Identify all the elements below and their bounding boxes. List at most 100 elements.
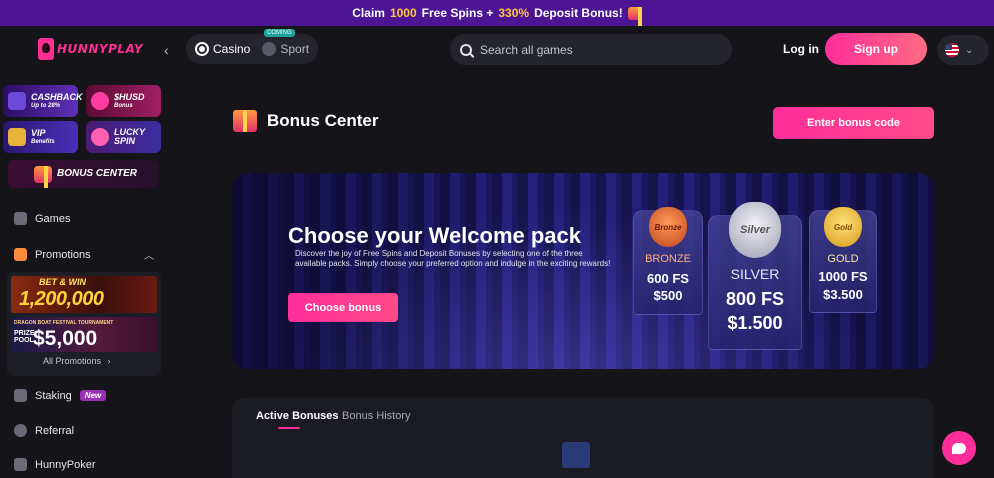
poker-icon xyxy=(14,458,27,471)
silver-cash: $1.500 xyxy=(727,313,783,333)
chevron-down-icon: ⌄ xyxy=(965,44,974,56)
logo-mark-icon xyxy=(38,38,54,60)
silver-shield-icon: Silver xyxy=(729,202,781,258)
gold-pack-card[interactable]: Gold GOLD 1000 FS $3.500 xyxy=(809,207,877,313)
cashback-icon xyxy=(8,92,26,110)
prize-pool-amount: $5,000 xyxy=(33,327,98,350)
husd-sub: Bonus xyxy=(114,102,133,109)
cashback-tile[interactable]: CASHBACK Up to 28% xyxy=(3,85,83,117)
promo-bar[interactable]: Claim 1000 Free Spins + 330% Deposit Bon… xyxy=(0,0,994,29)
empty-box-icon xyxy=(562,442,590,468)
mode-sport-label: Sport xyxy=(280,42,310,56)
gold-free-spins: 1000 FS xyxy=(818,269,868,284)
referral-icon xyxy=(14,424,27,437)
promo-suffix: Deposit Bonus! xyxy=(534,6,623,20)
chat-icon xyxy=(952,442,966,454)
sidebar-item-hunnypoker[interactable]: HunnyPoker xyxy=(14,458,96,471)
sidebar: CASHBACK Up to 28% $HUSD Bonus VIP Benefits… xyxy=(0,74,170,471)
gold-cash: $3.500 xyxy=(823,287,863,302)
all-promotions-link[interactable]: All Promotions › xyxy=(43,356,111,366)
mode-sport[interactable]: Sport xyxy=(256,37,315,61)
logo-text: HUNNYPLAY xyxy=(57,42,144,56)
silver-tier-label: SILVER xyxy=(730,266,780,282)
hero-title: Choose your Welcome pack xyxy=(288,223,582,248)
bronze-cash: $500 xyxy=(653,288,683,303)
promo-text-claim: Claim xyxy=(352,6,385,20)
hunnypoker-label: HunnyPoker xyxy=(35,458,96,471)
cashback-title: CASHBACK xyxy=(31,92,83,103)
sidebar-item-staking[interactable]: Staking New xyxy=(14,389,107,402)
bronze-pack-card[interactable]: Bronze BRONZE 600 FS $500 xyxy=(633,207,703,315)
choose-bonus-button[interactable]: Choose bonus xyxy=(288,293,398,322)
promotions-panel: BET & WIN 1,200,000 DRAGON BOAT FESTIVAL… xyxy=(7,272,161,376)
bonus-tabs-panel: Active Bonuses Bonus History xyxy=(232,398,934,478)
mode-casino-label: Casino xyxy=(213,42,251,56)
megaphone-icon xyxy=(14,248,27,261)
gift-icon xyxy=(233,110,257,132)
promotions-label: Promotions xyxy=(35,248,91,261)
vip-sub: Benefits xyxy=(31,138,55,145)
sidebar-item-promotions[interactable]: Promotions ︿ xyxy=(14,247,154,262)
vip-title: VIP xyxy=(31,128,46,139)
logo[interactable]: HUNNYPLAY xyxy=(38,38,143,60)
gamepad-icon xyxy=(14,212,27,225)
games-label: Games xyxy=(35,212,71,225)
hero-description: Discover the joy of Free Spins and Depos… xyxy=(295,249,611,268)
cashback-sub: Up to 28% xyxy=(31,102,61,109)
page-title: Bonus Center xyxy=(233,110,378,132)
dragon-boat-banner[interactable]: DRAGON BOAT FESTIVAL TOURNAMENT PRIZE PO… xyxy=(11,317,157,352)
casino-sport-switch: Casino Sport xyxy=(186,34,318,64)
signup-button[interactable]: Sign up xyxy=(825,33,927,65)
silver-free-spins: 800 FS xyxy=(725,289,785,309)
new-badge: New xyxy=(79,390,107,401)
bet-win-amount: 1,200,000 xyxy=(19,288,104,310)
chevron-up-icon[interactable]: ︿ xyxy=(144,247,154,262)
promo-spins-number: 1000 xyxy=(389,6,417,20)
coming-soon-badge: COMING xyxy=(264,29,295,37)
trophy-icon xyxy=(8,128,26,146)
bronze-shield-icon: Bronze xyxy=(649,207,687,247)
wheel-icon xyxy=(91,128,109,146)
sidebar-item-games[interactable]: Games xyxy=(14,212,70,225)
chevron-right-icon: › xyxy=(107,356,111,366)
flag-us-icon xyxy=(945,43,959,57)
prize-pool-label: PRIZE POOL xyxy=(14,330,35,344)
husd-coin-icon xyxy=(91,92,109,110)
lucky-spin-tile[interactable]: LUCKY SPIN xyxy=(86,121,161,153)
bronze-tier-label: BRONZE xyxy=(645,253,691,265)
all-promotions-label: All Promotions xyxy=(43,356,102,366)
gift-icon xyxy=(33,165,52,188)
tab-bonus-history[interactable]: Bonus History xyxy=(342,410,410,422)
sidebar-item-referral[interactable]: Referral xyxy=(14,424,74,437)
lucky-sub: SPIN xyxy=(114,136,136,146)
gift-icon xyxy=(627,6,642,29)
login-button[interactable]: Log in xyxy=(783,42,819,56)
husd-title: $HUSD xyxy=(114,92,145,103)
bonus-center-tile[interactable]: BONUS CENTER xyxy=(8,160,158,188)
search-icon xyxy=(460,43,472,56)
tab-active-bonuses[interactable]: Active Bonuses xyxy=(256,410,339,429)
referral-label: Referral xyxy=(35,424,75,437)
casino-chip-icon xyxy=(195,42,209,56)
gold-tier-label: GOLD xyxy=(827,253,859,265)
gold-shield-icon: Gold xyxy=(824,207,862,247)
page-title-text: Bonus Center xyxy=(267,111,379,130)
enter-bonus-code-button[interactable]: Enter bonus code xyxy=(773,107,934,139)
tournament-title: DRAGON BOAT FESTIVAL TOURNAMENT xyxy=(14,320,114,326)
search-input[interactable] xyxy=(480,42,710,57)
bronze-free-spins: 600 FS xyxy=(647,271,689,286)
search-bar[interactable] xyxy=(450,34,732,65)
mode-casino[interactable]: Casino xyxy=(189,37,256,61)
husd-tile[interactable]: $HUSD Bonus xyxy=(86,85,161,117)
bet-and-win-banner[interactable]: BET & WIN 1,200,000 xyxy=(11,276,157,313)
live-chat-button[interactable] xyxy=(942,431,976,465)
silver-pack-card[interactable]: Silver SILVER 800 FS $1.500 xyxy=(708,202,802,350)
collapse-sidebar-chevron-left-icon[interactable]: ‹ xyxy=(164,42,169,58)
vip-tile[interactable]: VIP Benefits xyxy=(3,121,78,153)
promo-percentage: 330% xyxy=(498,6,530,20)
language-selector[interactable]: ⌄ xyxy=(937,35,989,65)
staking-label: Staking xyxy=(35,389,72,402)
sport-ball-icon xyxy=(262,42,277,56)
welcome-pack-hero: Choose your Welcome pack Discover the jo… xyxy=(232,173,934,369)
promo-spins-text: Free Spins + xyxy=(421,6,494,20)
